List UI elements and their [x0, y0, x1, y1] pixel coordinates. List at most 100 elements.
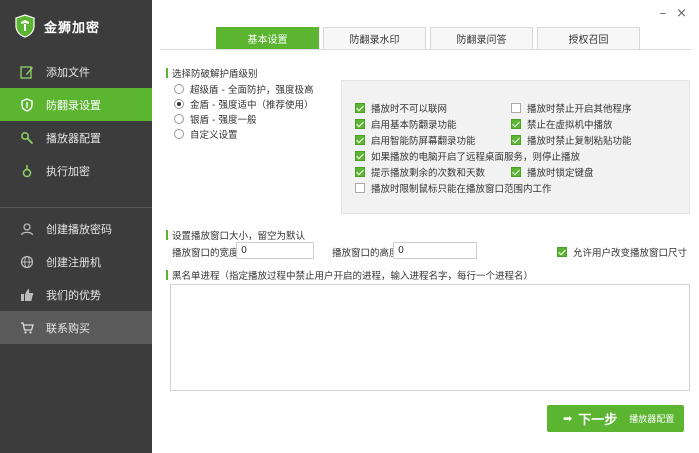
arrow-right-icon: ➡: [563, 412, 573, 425]
section-marker: [166, 230, 168, 240]
sidebar-item-create-keygen[interactable]: 创建注册机: [0, 245, 152, 278]
radio-super-shield[interactable]: 超级盾 - 全面防护，强度极高: [174, 82, 313, 96]
sidebar-item-create-password[interactable]: 创建播放密码: [0, 212, 152, 245]
blacklist-title: 黑名单进程（指定播放过程中禁止用户开启的进程，输入进程名字，每行一个进程名）: [166, 268, 533, 282]
width-label: 播放窗口的宽度: [172, 248, 239, 259]
tab-watermark[interactable]: 防翻录水印: [323, 27, 426, 49]
radio-label: 金盾 - 强度适中（推荐使用）: [190, 100, 314, 111]
tab-basic-settings[interactable]: 基本设置: [216, 27, 319, 49]
option-label: 播放时禁止复制粘贴功能: [527, 136, 632, 147]
next-button-label: 下一步: [578, 413, 618, 428]
pen-icon: [18, 63, 36, 81]
sidebar: 金狮加密 添加文件 防翻录设置 播放器配置 执行加密 创建播放密码 创建注册机 …: [0, 0, 152, 453]
option-allow-resize[interactable]: 允许用户改变播放窗口尺寸: [557, 245, 687, 259]
radio-button[interactable]: [174, 114, 184, 124]
option-label: 播放时不可以联网: [371, 104, 448, 115]
sidebar-item-label: 执行加密: [46, 164, 90, 178]
next-button-sub: 播放器配置: [629, 415, 675, 425]
option-remaining-hint[interactable]: 提示播放剩余的次数和天数: [355, 165, 485, 179]
checkbox[interactable]: [355, 183, 365, 193]
radio-label: 银盾 - 强度一般: [190, 115, 257, 126]
sidebar-item-encrypt[interactable]: 执行加密: [0, 154, 152, 187]
minimize-button[interactable]: –: [660, 7, 667, 20]
option-label: 播放时限制鼠标只能在播放窗口范围内工作: [371, 184, 552, 195]
radio-gold-shield[interactable]: 金盾 - 强度适中（推荐使用）: [174, 97, 313, 111]
sidebar-divider: [0, 207, 152, 208]
sidebar-item-label: 我们的优势: [46, 288, 101, 302]
checkbox[interactable]: [511, 119, 521, 129]
close-button[interactable]: ×: [676, 7, 687, 20]
cart-icon: [18, 319, 36, 337]
radio-label: 自定义设置: [190, 130, 238, 141]
option-lock-keyboard[interactable]: 播放时锁定键盘: [511, 165, 594, 179]
height-input[interactable]: 0: [393, 242, 477, 259]
brand: 金狮加密: [0, 0, 152, 52]
option-label: 启用基本防翻录功能: [371, 120, 457, 131]
option-no-vm[interactable]: 禁止在虚拟机中播放: [511, 117, 613, 131]
option-basic-anti-record[interactable]: 启用基本防翻录功能: [355, 117, 457, 131]
window-size-title-text: 设置播放窗口大小，留空为默认: [172, 231, 306, 242]
shield-logo-icon: [15, 14, 35, 38]
checkbox[interactable]: [557, 247, 567, 257]
option-label: 允许用户改变播放窗口尺寸: [573, 248, 688, 259]
tab-recall[interactable]: 授权召回: [537, 27, 640, 49]
blacklist-title-text: 黑名单进程（指定播放过程中禁止用户开启的进程，输入进程名字，每行一个进程名）: [172, 271, 534, 282]
protection-title-text: 选择防破解护盾级别: [172, 69, 258, 80]
radio-label: 超级盾 - 全面防护，强度极高: [190, 85, 314, 96]
sidebar-item-player-config[interactable]: 播放器配置: [0, 121, 152, 154]
next-button[interactable]: ➡ 下一步 播放器配置: [547, 405, 684, 432]
option-label: 播放时禁止开启其他程序: [527, 104, 632, 115]
checkbox[interactable]: [355, 167, 365, 177]
tab-qa[interactable]: 防翻录问答: [430, 27, 533, 49]
sidebar-item-add-file[interactable]: 添加文件: [0, 55, 152, 88]
checkbox[interactable]: [355, 103, 365, 113]
blacklist-textarea[interactable]: [170, 284, 690, 391]
sidebar-item-label: 防翻录设置: [46, 98, 101, 112]
height-label: 播放窗口的高度: [332, 248, 399, 259]
sidebar-item-label: 播放器配置: [46, 131, 101, 145]
checkbox[interactable]: [511, 167, 521, 177]
width-input[interactable]: 0: [236, 242, 314, 259]
option-remote-desktop-stop[interactable]: 如果播放的电脑开启了远程桌面服务，则停止播放: [355, 149, 580, 163]
thumbs-up-icon: [18, 286, 36, 304]
option-no-network[interactable]: 播放时不可以联网: [355, 101, 447, 115]
sidebar-item-label: 创建播放密码: [46, 222, 112, 236]
option-smart-anti-screen[interactable]: 启用智能防屏幕翻录功能: [355, 133, 476, 147]
section-marker: [166, 68, 168, 78]
radio-custom[interactable]: 自定义设置: [174, 127, 238, 141]
tab-underline: [160, 49, 691, 50]
sidebar-item-anti-record[interactable]: 防翻录设置: [0, 88, 152, 121]
section-marker: [166, 270, 168, 280]
option-no-other-programs[interactable]: 播放时禁止开启其他程序: [511, 101, 632, 115]
shield-icon: [18, 96, 36, 114]
protection-title: 选择防破解护盾级别: [166, 66, 258, 80]
app-title: 金狮加密: [44, 20, 101, 36]
window-controls: – ×: [660, 7, 687, 20]
option-mouse-restrict[interactable]: 播放时限制鼠标只能在播放窗口范围内工作: [355, 181, 552, 195]
option-label: 播放时锁定键盘: [527, 168, 594, 179]
checkbox[interactable]: [355, 119, 365, 129]
radio-silver-shield[interactable]: 银盾 - 强度一般: [174, 112, 256, 126]
tab-bar: 基本设置 防翻录水印 防翻录问答 授权召回: [216, 27, 640, 49]
checkbox[interactable]: [355, 151, 365, 161]
checkbox[interactable]: [511, 135, 521, 145]
window-size-title: 设置播放窗口大小，留空为默认: [166, 228, 305, 242]
option-label: 启用智能防屏幕翻录功能: [371, 136, 476, 147]
user-icon: [18, 220, 36, 238]
sidebar-item-buy[interactable]: 联系购买: [0, 311, 152, 344]
radio-button[interactable]: [174, 99, 184, 109]
radio-button[interactable]: [174, 84, 184, 94]
globe-icon: [18, 253, 36, 271]
checkbox[interactable]: [511, 103, 521, 113]
checkbox[interactable]: [355, 135, 365, 145]
sidebar-item-advantages[interactable]: 我们的优势: [0, 278, 152, 311]
radio-button[interactable]: [174, 129, 184, 139]
sidebar-item-label: 创建注册机: [46, 255, 101, 269]
sidebar-item-label: 联系购买: [46, 321, 90, 335]
key-icon: [18, 129, 36, 147]
option-label: 禁止在虚拟机中播放: [527, 120, 613, 131]
option-label: 提示播放剩余的次数和天数: [371, 168, 486, 179]
sidebar-item-label: 添加文件: [46, 65, 90, 79]
option-label: 如果播放的电脑开启了远程桌面服务，则停止播放: [371, 152, 581, 163]
option-no-copy-paste[interactable]: 播放时禁止复制粘贴功能: [511, 133, 632, 147]
